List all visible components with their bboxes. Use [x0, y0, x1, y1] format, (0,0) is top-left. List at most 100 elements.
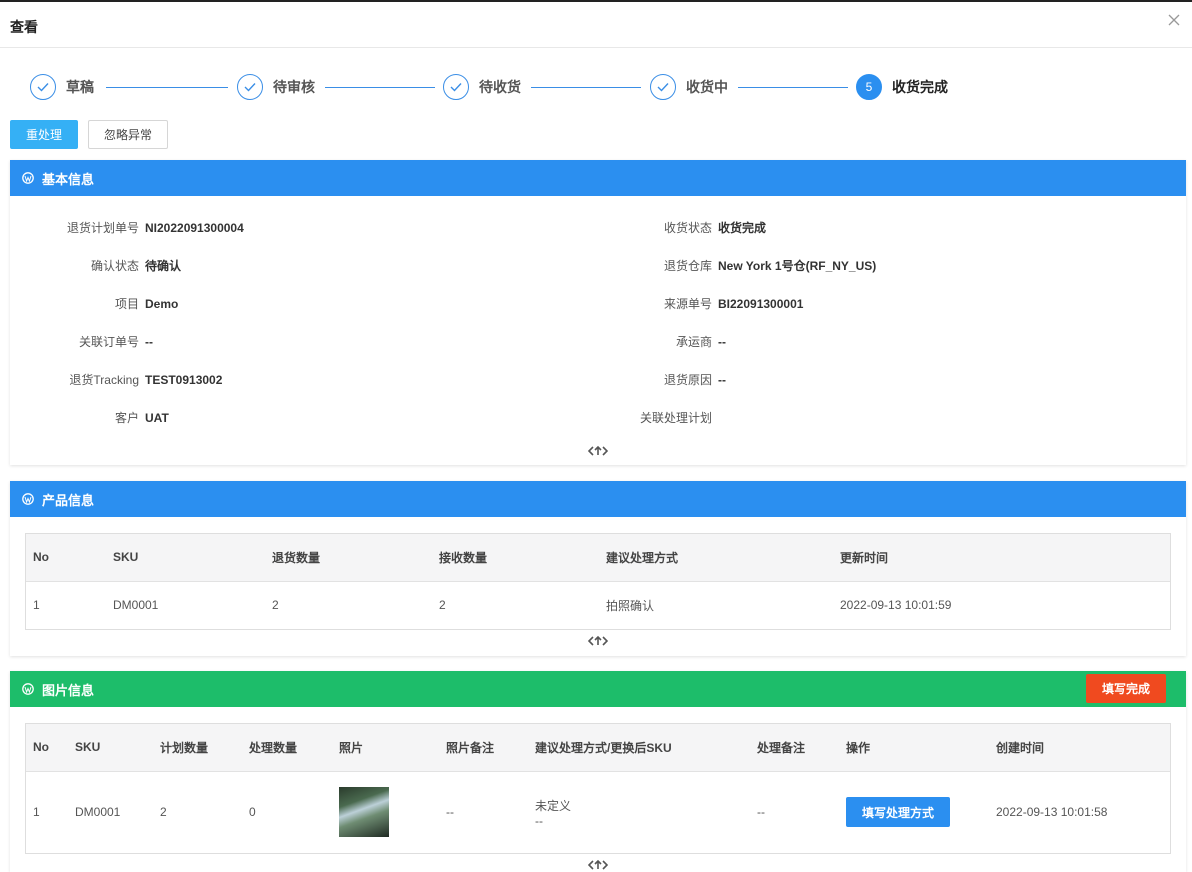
info-label: 退货原因 [663, 373, 712, 387]
info-row: 关联订单号 -- [10, 334, 570, 350]
info-value: NI2022091300004 [145, 221, 244, 235]
fill-method-button[interactable]: 填写处理方式 [846, 797, 950, 828]
column-header: 创建时间 [989, 724, 1170, 772]
photo-thumbnail[interactable] [339, 787, 389, 838]
info-row: 退货Tracking TEST0913002 [10, 372, 570, 388]
method-sku-value: -- [535, 813, 543, 828]
panel-title: 产品信息 [42, 492, 95, 508]
info-label: 收货状态 [663, 221, 712, 235]
close-icon[interactable] [1166, 12, 1182, 28]
info-value: New York 1号仓(RF_NY_US) [718, 259, 877, 273]
info-value: -- [145, 335, 153, 349]
panel-header: 产品信息 [10, 481, 1186, 517]
column-header: 处理数量 [242, 724, 332, 772]
info-row: 客户 UAT [10, 410, 570, 426]
table-cell: 2022-09-13 10:01:58 [996, 805, 1108, 820]
collapse-toggle-icon[interactable] [588, 445, 608, 457]
reprocess-button[interactable]: 重处理 [10, 120, 78, 149]
table-header-row: No SKU 计划数量 处理数量 照片 照片备注 建议处理方式/更换后SKU 处… [26, 724, 1170, 772]
wordpress-icon [22, 493, 34, 505]
panel-title: 图片信息 [42, 682, 95, 698]
info-row: 退货原因 -- [570, 372, 1170, 388]
ignore-exception-button[interactable]: 忽略异常 [88, 120, 168, 149]
table-row: 1 DM0001 2 2 拍照确认 2022-09-13 10:01:59 [26, 581, 1170, 629]
step-label: 收货完成 [892, 79, 948, 95]
column-header: 更新时间 [833, 534, 1170, 582]
info-value: -- [718, 335, 726, 349]
info-value: 待确认 [145, 259, 182, 273]
info-label: 来源单号 [663, 297, 712, 311]
info-label: 客户 [114, 411, 139, 425]
step-connector [106, 87, 228, 88]
info-label: 承运商 [675, 335, 712, 349]
wordpress-icon [22, 683, 34, 695]
fill-complete-button[interactable]: 填写完成 [1086, 674, 1166, 703]
check-icon [30, 74, 56, 100]
step-pending-review: 待审核 [237, 73, 315, 101]
table-cell: 1 [33, 805, 40, 820]
step-connector [738, 87, 848, 88]
info-value: TEST0913002 [145, 373, 223, 387]
table-cell: 未定义 -- [528, 771, 750, 853]
wordpress-icon [22, 172, 34, 184]
check-icon [650, 74, 676, 100]
product-info-panel: 产品信息 No SKU 退货数量 接收数量 建议处理方式 更新时间 1 DM00… [10, 481, 1186, 656]
info-value: Demo [145, 297, 179, 311]
table-cell: DM0001 [75, 805, 121, 820]
column-header: 照片备注 [439, 724, 528, 772]
info-label: 退货Tracking [69, 373, 139, 387]
step-label: 待审核 [273, 79, 315, 95]
info-row: 关联处理计划 [570, 410, 1170, 426]
table-cell: 1 [33, 598, 40, 613]
info-row: 退货计划单号 NI2022091300004 [10, 220, 570, 236]
step-receiving: 收货中 [650, 73, 728, 101]
table-cell: 0 [249, 805, 256, 820]
check-icon [237, 74, 263, 100]
progress-steps: 草稿 待审核 待收货 收货中 5 收货完成 [30, 73, 960, 101]
column-header: 建议处理方式/更换后SKU [528, 724, 750, 772]
table-cell: 2022-09-13 10:01:59 [840, 598, 952, 613]
table-cell [332, 771, 439, 853]
info-label: 退货计划单号 [66, 221, 139, 235]
column-header: 照片 [332, 724, 439, 772]
basic-info-panel: 基本信息 退货计划单号 NI2022091300004 确认状态 待确认 项目 … [10, 160, 1186, 465]
info-label: 确认状态 [90, 259, 139, 273]
info-label: 关联处理计划 [639, 411, 712, 425]
dialog-header: 查看 [0, 0, 1192, 48]
step-received: 5 收货完成 [856, 73, 948, 101]
table-row: 1 DM0001 2 0 -- 未定义 -- -- 填写处理方式 2022-09… [26, 771, 1170, 853]
dialog-title: 查看 [10, 19, 38, 35]
collapse-toggle-icon[interactable] [588, 859, 608, 871]
info-label: 退货仓库 [663, 259, 712, 273]
table-cell: -- [757, 805, 765, 820]
panel-title: 基本信息 [42, 171, 95, 187]
step-draft: 草稿 [30, 73, 94, 101]
table-cell: DM0001 [113, 598, 159, 613]
method-value: 未定义 [535, 798, 572, 813]
column-header: No [26, 724, 68, 772]
column-header: 处理备注 [750, 724, 839, 772]
table-cell: -- [446, 805, 454, 820]
table-cell: 2 [160, 805, 167, 820]
step-label: 待收货 [479, 79, 521, 95]
column-header: 建议处理方式 [599, 534, 833, 582]
column-header: No [26, 534, 106, 582]
info-row: 收货状态 收货完成 [570, 220, 1170, 236]
info-label: 项目 [114, 297, 139, 311]
info-row: 项目 Demo [10, 296, 570, 312]
column-header: 计划数量 [153, 724, 242, 772]
step-label: 收货中 [686, 79, 728, 95]
step-number: 5 [856, 74, 882, 100]
table-cell: 2 [272, 598, 279, 613]
panel-header: 图片信息 填写完成 [10, 671, 1186, 707]
collapse-toggle-icon[interactable] [588, 635, 608, 647]
info-row: 退货仓库 New York 1号仓(RF_NY_US) [570, 258, 1170, 274]
info-label: 关联订单号 [78, 335, 139, 349]
column-header: 操作 [839, 724, 989, 772]
table-cell: 2 [439, 598, 446, 613]
step-connector [531, 87, 641, 88]
info-value: -- [718, 373, 726, 387]
image-table: No SKU 计划数量 处理数量 照片 照片备注 建议处理方式/更换后SKU 处… [25, 723, 1171, 854]
info-value: UAT [145, 411, 169, 425]
step-label: 草稿 [66, 79, 94, 95]
